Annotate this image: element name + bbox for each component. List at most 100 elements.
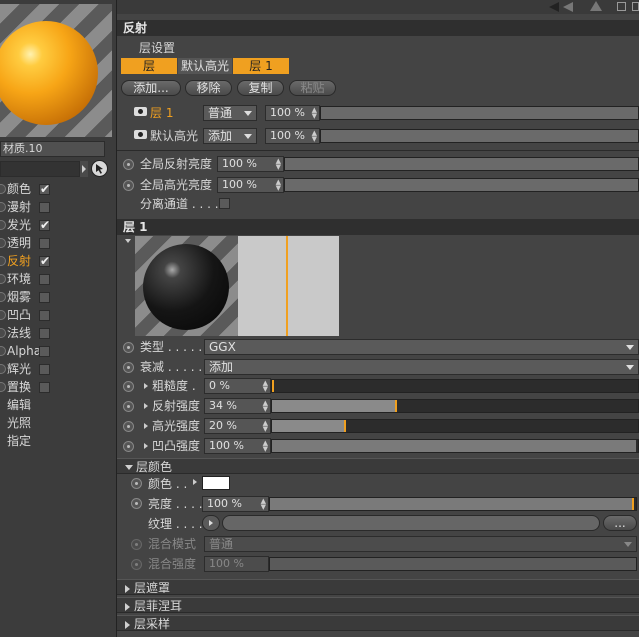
tab-default-specular[interactable]: 默认高光 [178, 58, 232, 74]
channel-item[interactable]: 反射 ✔ [0, 253, 116, 269]
global-spec-radio[interactable] [123, 180, 134, 191]
collapse-triangle-icon[interactable] [125, 239, 131, 243]
eye-icon[interactable] [134, 130, 147, 139]
pick-cursor-icon[interactable] [91, 160, 108, 177]
global-spec-field[interactable]: 100 % ▲ ▼ [217, 177, 284, 193]
falloff-radio[interactable] [123, 362, 134, 373]
material-name-field[interactable]: 材质.10 [0, 141, 105, 157]
channel-item[interactable]: 辉光 [0, 361, 116, 377]
tab-layer[interactable]: 层 [121, 58, 177, 74]
channel-radio[interactable] [0, 310, 6, 320]
channel-item[interactable]: 颜色 ✔ [0, 181, 116, 197]
filter-field[interactable] [0, 161, 80, 177]
blend-mode-dropdown[interactable]: 普通 [204, 536, 637, 552]
layer-opacity-field[interactable]: 100 % ▲ ▼ [265, 128, 320, 144]
brightness-radio[interactable] [131, 498, 142, 509]
tab-layer-1[interactable]: 层 1 [233, 58, 289, 74]
channel-item[interactable]: 发光 ✔ [0, 217, 116, 233]
channel-checkbox[interactable]: ✔ [39, 218, 50, 232]
channel-item[interactable]: 环境 [0, 271, 116, 287]
blend-strength-slider[interactable] [269, 557, 637, 571]
nav-back-icon[interactable] [549, 2, 559, 12]
slider-marker[interactable] [344, 420, 346, 432]
channel-item[interactable]: 法线 [0, 325, 116, 341]
global-spec-slider[interactable] [284, 178, 639, 192]
channel-radio[interactable] [0, 364, 6, 374]
layer-row[interactable]: 默认高光 添加 100 % ▲ ▼ [121, 126, 639, 146]
copy-layer-button[interactable]: 复制 [237, 80, 284, 96]
channel-checkbox[interactable] [39, 292, 50, 303]
channel-checkbox[interactable] [39, 364, 50, 375]
spec-strength-field[interactable]: 20 % ▲ ▼ [204, 418, 271, 434]
slider-marker[interactable] [395, 400, 397, 412]
reflect-strength-slider[interactable] [271, 399, 639, 413]
channel-item[interactable]: 透明 [0, 235, 116, 251]
spec-strength-slider[interactable] [271, 419, 639, 433]
global-reflect-slider[interactable] [284, 157, 639, 171]
blend-mode-radio[interactable] [131, 539, 142, 550]
expand-arrow-icon[interactable] [193, 479, 197, 485]
roughness-field[interactable]: 0 % ▲ ▼ [204, 378, 271, 394]
texture-browse-button[interactable]: ... [603, 515, 637, 531]
texture-menu-button[interactable] [202, 515, 220, 531]
expand-arrow-icon[interactable] [144, 423, 148, 429]
channel-checkbox[interactable] [39, 202, 50, 213]
bump-strength-radio[interactable] [123, 441, 134, 452]
channel-checkbox[interactable] [39, 382, 50, 393]
expand-arrow-icon[interactable] [144, 443, 148, 449]
material-preview[interactable] [0, 4, 112, 137]
layer-fresnel-header[interactable]: 层菲涅耳 [117, 597, 639, 613]
nav-forward-icon[interactable] [563, 2, 573, 12]
global-reflect-field[interactable]: 100 % ▲ ▼ [217, 156, 284, 172]
brightness-field[interactable]: 100 % ▲ ▼ [202, 496, 269, 512]
expand-arrow-icon[interactable] [144, 403, 148, 409]
channel-item[interactable]: 漫射 [0, 199, 116, 215]
new-icon[interactable] [632, 2, 639, 11]
channel-radio[interactable] [0, 202, 6, 212]
channel-radio[interactable] [0, 292, 6, 302]
channel-item[interactable]: 烟雾 [0, 289, 116, 305]
channel-checkbox[interactable] [39, 310, 50, 321]
filter-arrow-icon[interactable] [80, 161, 88, 177]
expand-arrow-icon[interactable] [144, 383, 148, 389]
slider-marker[interactable] [632, 498, 634, 510]
channel-radio[interactable] [0, 238, 6, 248]
layer-opacity-slider[interactable] [320, 129, 639, 143]
channel-radio[interactable] [0, 346, 6, 356]
add-layer-button[interactable]: 添加... [121, 80, 181, 96]
layer-name[interactable]: 层 1 [150, 106, 173, 120]
channel-item[interactable]: 凹凸 [0, 307, 116, 323]
eye-icon[interactable] [134, 107, 147, 116]
channel-item[interactable]: 指定 [0, 433, 116, 449]
up-icon[interactable] [590, 1, 602, 11]
paste-layer-button[interactable]: 粘贴 [289, 80, 336, 96]
channel-item[interactable]: Alpha [0, 343, 116, 359]
layer-opacity-slider[interactable] [320, 106, 639, 120]
channel-item[interactable]: 编辑 [0, 397, 116, 413]
separate-pass-checkbox[interactable] [219, 198, 230, 209]
layer-sampling-header[interactable]: 层采样 [117, 615, 639, 631]
channel-checkbox[interactable]: ✔ [39, 254, 50, 268]
type-radio[interactable] [123, 342, 134, 353]
layer-mode-dropdown[interactable]: 添加 [203, 128, 257, 144]
bump-strength-field[interactable]: 100 % ▲ ▼ [204, 438, 271, 454]
channel-radio[interactable] [0, 256, 6, 266]
channel-checkbox[interactable] [39, 328, 50, 339]
channel-checkbox[interactable] [39, 238, 50, 249]
layer-mask-header[interactable]: 层遮罩 [117, 579, 639, 595]
channel-item[interactable]: 光照 [0, 415, 116, 431]
channel-radio[interactable] [0, 328, 6, 338]
channel-checkbox[interactable] [39, 274, 50, 285]
channel-radio[interactable] [0, 382, 6, 392]
blend-strength-field[interactable]: 100 % [204, 556, 269, 572]
channel-checkbox[interactable]: ✔ [39, 182, 50, 196]
roughness-slider[interactable] [271, 379, 639, 393]
texture-field[interactable] [222, 515, 600, 531]
spec-strength-radio[interactable] [123, 421, 134, 432]
reflect-strength-radio[interactable] [123, 401, 134, 412]
layer-color-header[interactable]: 层颜色 [117, 458, 639, 474]
channel-radio[interactable] [0, 184, 6, 194]
type-dropdown[interactable]: GGX [204, 339, 639, 355]
remove-layer-button[interactable]: 移除 [185, 80, 232, 96]
reflect-strength-field[interactable]: 34 % ▲ ▼ [204, 398, 271, 414]
